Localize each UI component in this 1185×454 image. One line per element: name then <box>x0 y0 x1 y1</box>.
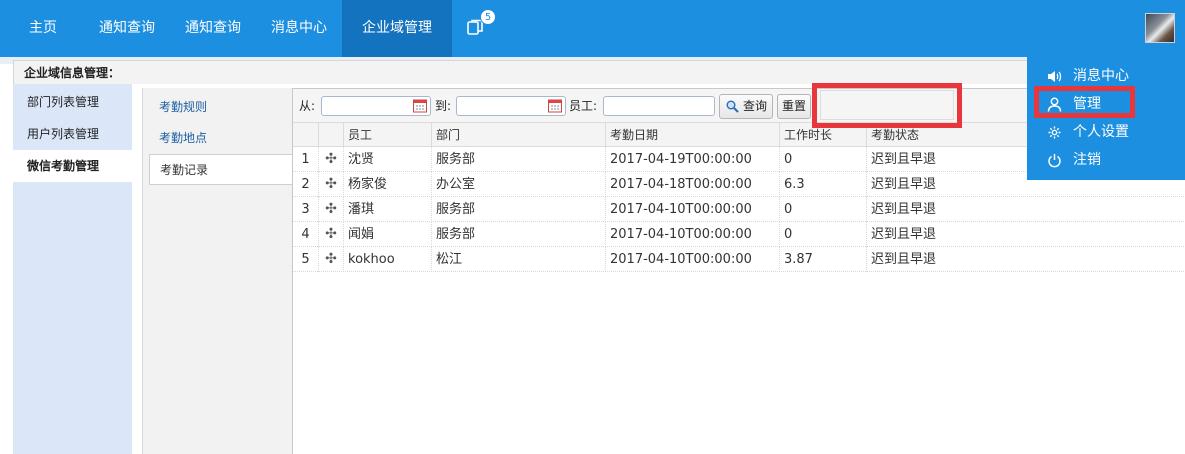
cell-department: 服务部 <box>432 222 606 247</box>
reset-button[interactable]: 重置 <box>777 94 811 119</box>
cell-employee: 杨家俊 <box>344 172 432 197</box>
menu-item-label: 个人设置 <box>1073 124 1129 140</box>
from-label: 从: <box>299 99 316 113</box>
cell-date: 2017-04-10T00:00:00 <box>606 222 780 247</box>
cell-department: 服务部 <box>432 197 606 222</box>
cell-status: 迟到且早退 <box>871 227 937 242</box>
header-index <box>293 123 319 148</box>
row-index: 3 <box>293 197 319 222</box>
nav-home[interactable]: 主页 <box>0 0 84 57</box>
cell-date: 2017-04-10T00:00:00 <box>606 197 780 222</box>
highlight-box <box>812 83 962 128</box>
cell-date: 2017-04-10T00:00:00 <box>606 247 780 272</box>
sidebar: 部门列表管理 用户列表管理 微信考勤管理 <box>13 84 132 454</box>
cell-hours: 0 <box>780 147 867 172</box>
power-icon <box>1048 154 1061 168</box>
expand-icon[interactable]: ✣ <box>319 147 344 172</box>
speaker-icon <box>1048 71 1062 82</box>
menu-item-label: 注销 <box>1073 152 1101 168</box>
row-index: 2 <box>293 172 319 197</box>
sidebar-item-wechat-attendance[interactable]: 微信考勤管理 <box>13 150 132 182</box>
header-expand <box>319 123 344 148</box>
header-department[interactable]: 部门 <box>432 123 606 148</box>
nav-enterprise-domain[interactable]: 企业域管理 <box>342 0 452 57</box>
expand-icon[interactable]: ✣ <box>319 197 344 222</box>
cell-hours: 3.87 <box>780 247 867 272</box>
menu-item-settings[interactable]: 个人设置 <box>1027 118 1185 146</box>
row-index: 1 <box>293 147 319 172</box>
cell-employee: 沈贤 <box>344 147 432 172</box>
cell-hours: 0 <box>780 197 867 222</box>
table-row[interactable]: 3 ✣ 潘琪 服务部 2017-04-10T00:00:00 0 迟到且早退 <box>293 197 1185 222</box>
breadcrumb: 企业域信息管理： <box>24 66 121 80</box>
table-row[interactable]: 4 ✣ 闻娟 服务部 2017-04-10T00:00:00 0 迟到且早退 <box>293 222 1185 247</box>
search-button[interactable]: 查询 <box>719 94 773 119</box>
expand-icon[interactable]: ✣ <box>319 172 344 197</box>
search-button-label: 查询 <box>742 99 767 113</box>
nav-message-center[interactable]: 消息中心 <box>256 0 342 57</box>
sub-item-attendance-records[interactable]: 考勤记录 <box>149 154 292 185</box>
sidebar-item-departments[interactable]: 部门列表管理 <box>13 86 132 118</box>
table-row[interactable]: 5 ✣ kokhoo 松江 2017-04-10T00:00:00 3.87 迟… <box>293 247 1185 272</box>
avatar[interactable] <box>1145 13 1175 43</box>
employee-input[interactable] <box>603 96 715 116</box>
sidebar-item-users[interactable]: 用户列表管理 <box>13 118 132 150</box>
cell-hours: 0 <box>780 222 867 247</box>
header-employee[interactable]: 员工 <box>344 123 432 148</box>
cell-department: 松江 <box>432 247 606 272</box>
menu-highlight-box <box>1034 86 1135 118</box>
row-index: 4 <box>293 222 319 247</box>
cell-employee: 闻娟 <box>344 222 432 247</box>
sub-item-attendance-rules[interactable]: 考勤规则 <box>143 92 292 123</box>
user-menu: 消息中心 管理 个人设置 注销 <box>1027 57 1185 180</box>
expand-icon[interactable]: ✣ <box>319 222 344 247</box>
gear-icon <box>1048 126 1061 139</box>
sub-item-attendance-locations[interactable]: 考勤地点 <box>143 123 292 154</box>
menu-item-logout[interactable]: 注销 <box>1027 146 1185 174</box>
cell-status: 迟到且早退 <box>871 252 937 267</box>
search-icon <box>726 100 739 113</box>
header-date[interactable]: 考勤日期 <box>606 123 780 148</box>
calendar-icon[interactable] <box>548 98 562 113</box>
nav-notice-query[interactable]: 通知查询 <box>84 0 170 57</box>
nav-notice-query-2[interactable]: 通知查询 <box>170 0 256 57</box>
cell-status: 迟到且早退 <box>871 202 937 217</box>
employee-label: 员工: <box>569 99 598 113</box>
cell-hours: 6.3 <box>780 172 867 197</box>
message-badge: 5 <box>480 9 496 25</box>
cell-department: 办公室 <box>432 172 606 197</box>
cell-employee: 潘琪 <box>344 197 432 222</box>
to-label: 到: <box>435 99 452 113</box>
cell-employee: kokhoo <box>344 247 432 272</box>
cell-date: 2017-04-18T00:00:00 <box>606 172 780 197</box>
top-nav: 主页 通知查询 通知查询 消息中心 企业域管理 5 <box>0 0 1185 57</box>
breadcrumb-bar: 企业域信息管理： <box>13 60 1185 84</box>
expand-icon[interactable]: ✣ <box>319 247 344 272</box>
cell-date: 2017-04-19T00:00:00 <box>606 147 780 172</box>
calendar-icon[interactable] <box>413 98 427 113</box>
row-index: 5 <box>293 247 319 272</box>
cell-department: 服务部 <box>432 147 606 172</box>
nav-messages[interactable]: 5 <box>452 0 510 57</box>
sub-sidebar: 考勤规则 考勤地点 考勤记录 <box>142 88 292 454</box>
